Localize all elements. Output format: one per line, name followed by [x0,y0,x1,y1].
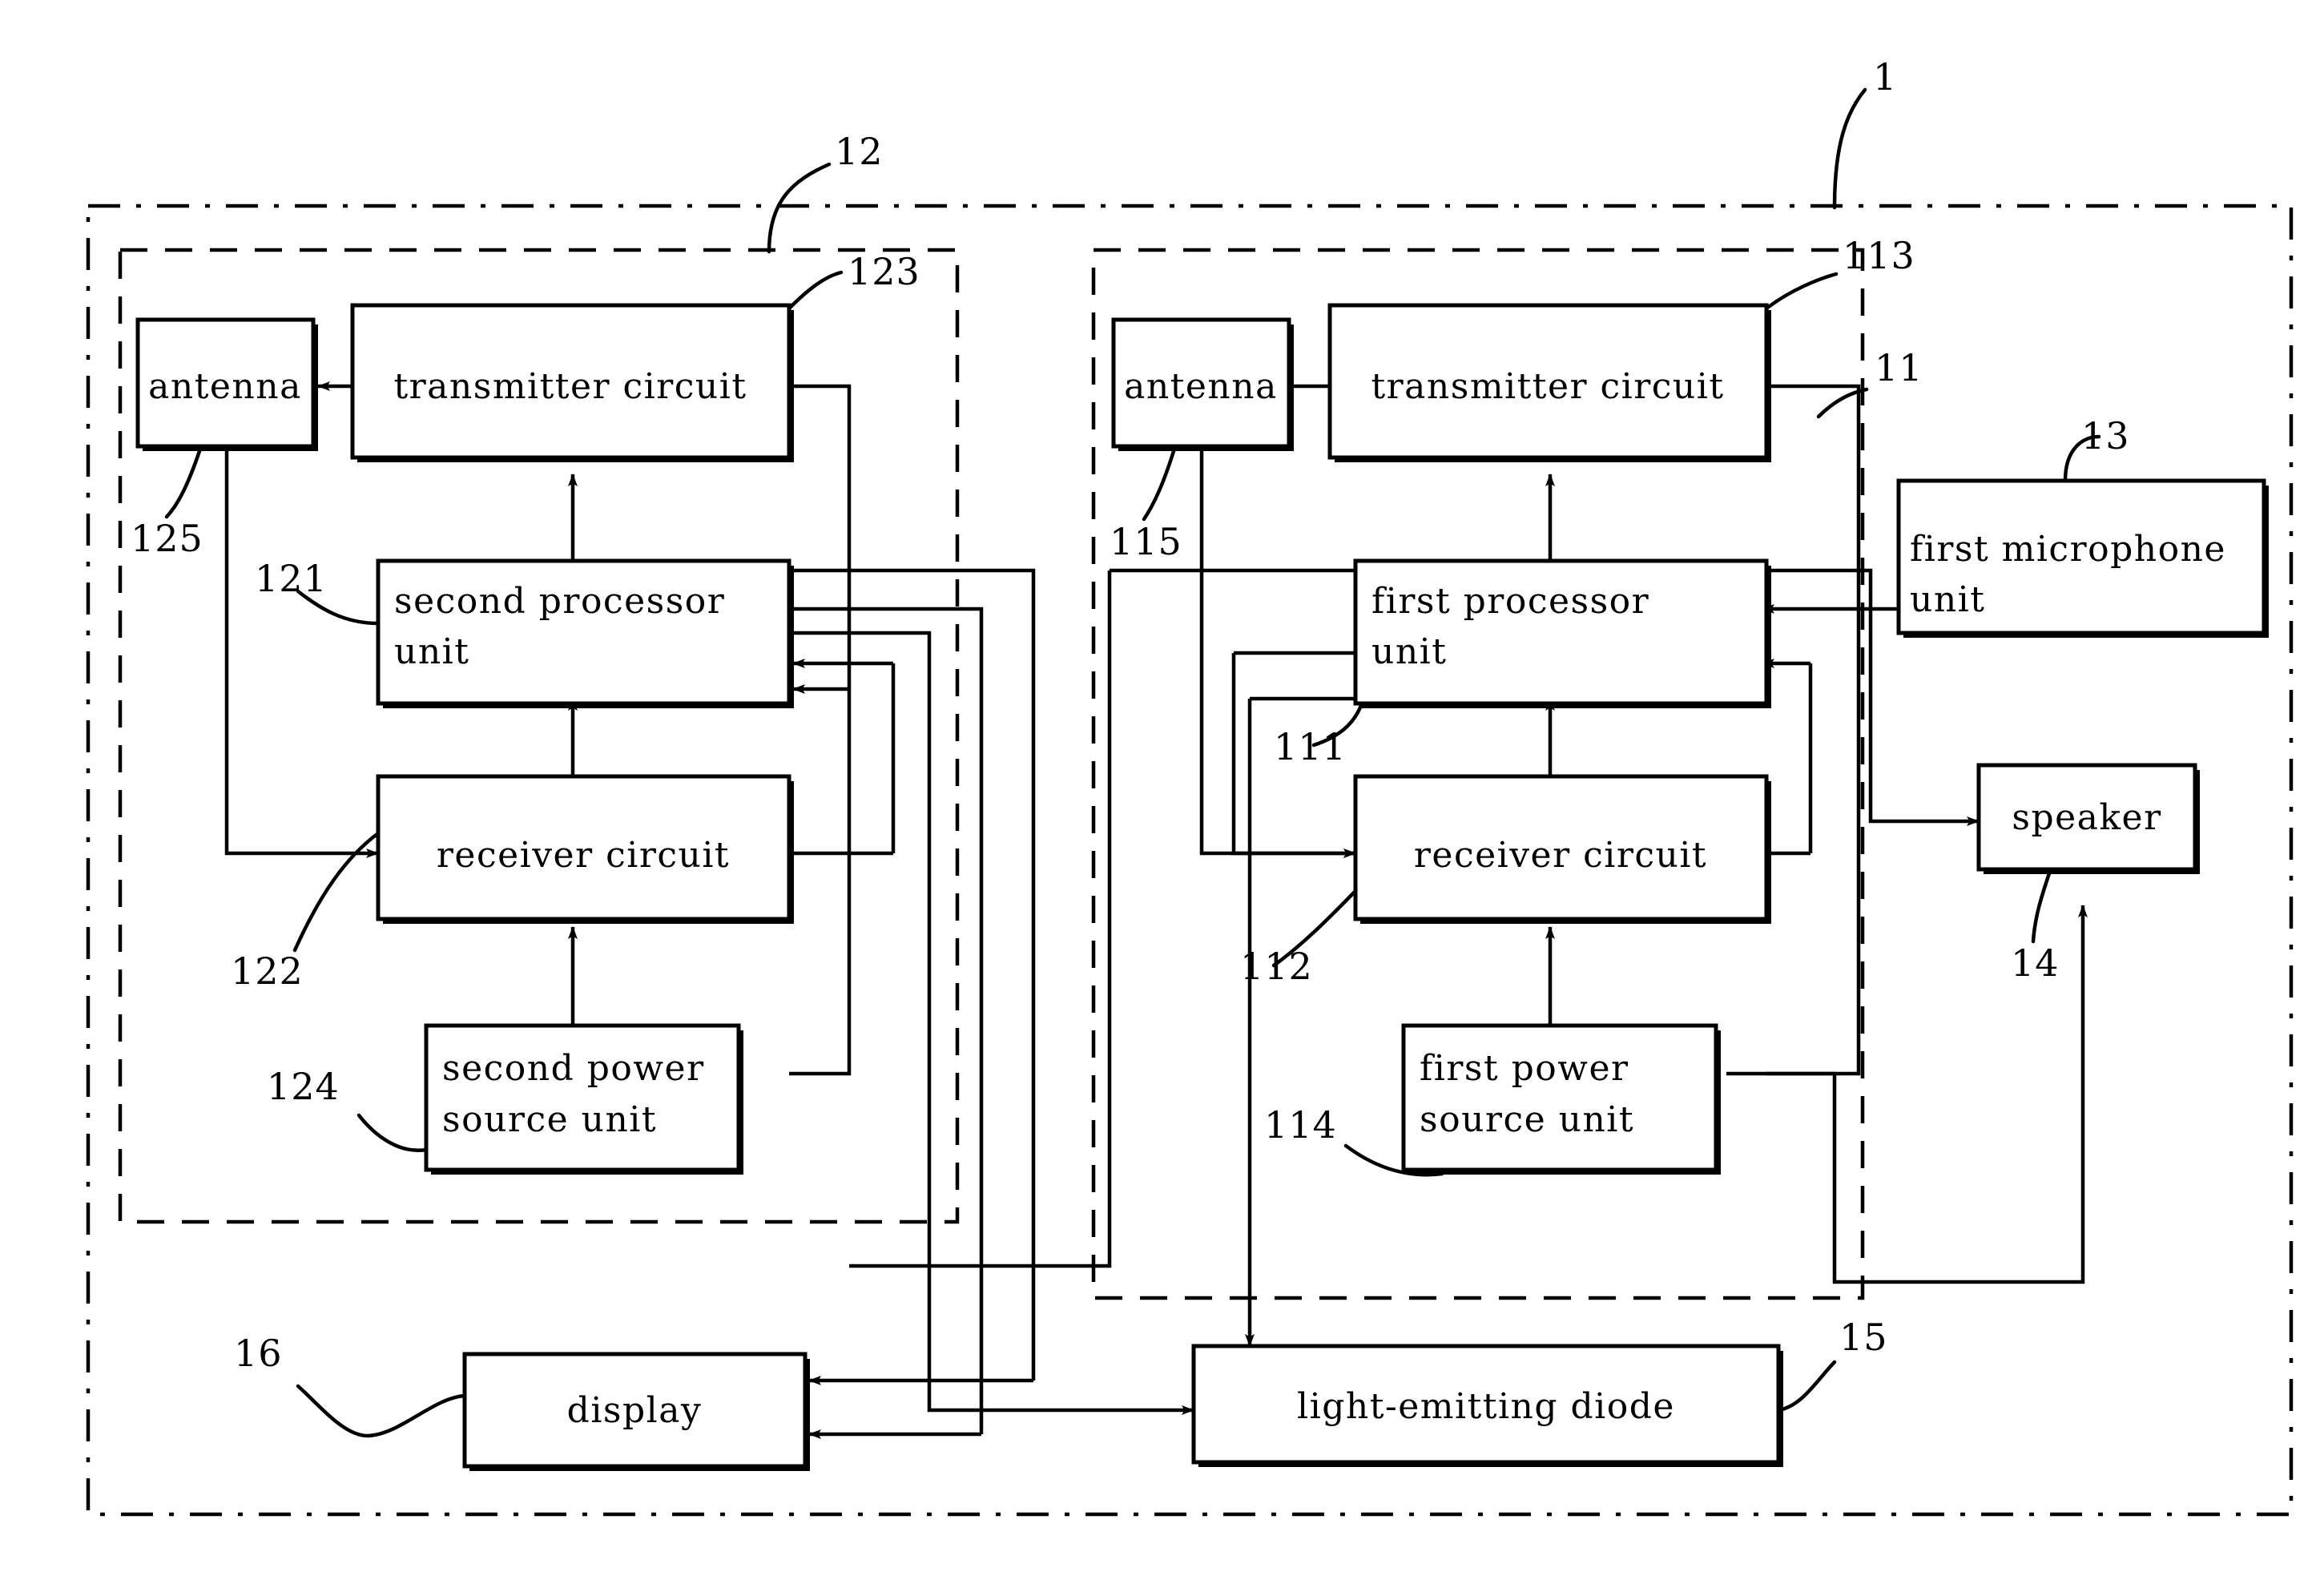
leader-ref-14 [2031,871,2052,944]
tx2-label: transmitter circuit [393,366,747,407]
figure-canvas: antenna transmitter circuit second proce… [0,0,2324,1576]
ref-125: 125 [131,517,203,560]
proc2-label-line2: unit [394,631,469,672]
antenna2-label: antenna [148,366,302,407]
ref-115: 115 [1110,520,1182,563]
ref-111: 111 [1274,725,1347,768]
ref-11: 11 [1875,346,1923,389]
ref-121: 121 [255,557,328,600]
wire-proc2-out-2 [789,607,984,1434]
antenna1-label: antenna [1124,366,1278,407]
rx2-label: receiver circuit [437,835,730,876]
ref-123: 123 [848,250,920,293]
ref-13: 13 [2081,414,2130,457]
proc1-label-line1: first processor [1371,581,1649,622]
mic1-label-line2: unit [1910,579,1985,620]
ref-1: 1 [1873,55,1897,99]
leader-ref-15 [1776,1360,1837,1413]
pwr1-label-line2: source unit [1420,1099,1634,1140]
leader-ref-1 [1832,87,1867,210]
block-diagram-svg: antenna transmitter circuit second proce… [86,55,2294,1517]
ref-122: 122 [231,949,304,993]
ref-113: 113 [1843,234,1915,277]
pwr1-box[interactable] [1401,1023,1718,1172]
mic1-label-line1: first microphone [1910,529,2226,570]
ref-14: 14 [2011,941,2060,985]
display-label: display [567,1390,703,1431]
wire-antenna1-left-down [849,570,1112,1268]
wire-antenna1-to-rx1 [1199,449,1356,858]
tx1-label: transmitter circuit [1371,366,1724,407]
leader-ref-125 [164,446,203,519]
ref-124: 124 [267,1065,340,1108]
pwr2-box[interactable] [424,1023,741,1172]
leader-ref-113 [1764,272,1839,311]
led-label: light-emitting diode [1297,1386,1675,1427]
rx1-label: receiver circuit [1414,835,1707,876]
wire-proc2-out-1 [789,568,1036,1381]
wire-bus-to-led [927,1314,1194,1415]
pwr2-label-line1: second power [442,1048,705,1089]
proc2-label-line1: second processor [394,581,725,622]
ref-114: 114 [1264,1103,1337,1147]
proc1-label-line2: unit [1371,631,1447,672]
ref-112: 112 [1240,945,1313,988]
wire-proc2-out-3 [789,631,932,1314]
ref-15: 15 [1839,1316,1888,1359]
leader-ref-16 [296,1384,467,1438]
ref-12: 12 [835,130,884,173]
leader-ref-123 [787,270,844,311]
leader-ref-115 [1142,446,1177,522]
speaker-label: speaker [2012,797,2161,838]
wire-tx2-right-bus [789,384,852,1076]
ref-16: 16 [234,1332,283,1375]
leader-ref-12 [767,162,832,254]
pwr1-label-line1: first power [1420,1048,1629,1089]
pwr2-label-line2: source unit [442,1099,657,1140]
wire-antenna2-to-rx2 [224,449,379,858]
leader-ref-124 [356,1113,429,1153]
leader-ref-122 [292,831,381,953]
wire-tx1-right-bus [1766,384,1861,1076]
